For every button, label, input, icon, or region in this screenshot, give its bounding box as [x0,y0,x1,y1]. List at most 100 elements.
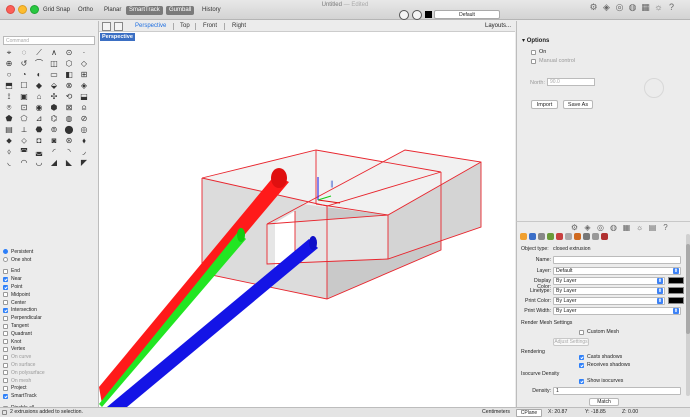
tool-button-icon[interactable]: ○ [3,70,15,80]
tool-button-icon[interactable]: ✣ [48,92,60,102]
tool-button-icon[interactable]: ⟲ [63,92,75,102]
tool-button-icon[interactable]: ⬢ [48,103,60,113]
tool-button-icon[interactable]: ⊠ [63,103,75,113]
osnap-checkbox[interactable] [3,346,8,352]
tool-button-icon[interactable]: ▭ [48,70,60,80]
units-display[interactable]: Centimeters [482,408,510,417]
sun-on-checkbox[interactable] [531,49,536,55]
layers-icon[interactable]: ◈ [583,223,592,232]
tool-button-icon[interactable]: ⬙ [48,81,60,91]
command-input[interactable]: Command [3,36,95,45]
osnap-option[interactable]: Knot [3,338,97,346]
tool-button-icon[interactable]: ◘ [33,136,45,146]
history-toggle[interactable]: History [199,6,224,15]
osnap-option[interactable]: Center [3,299,97,307]
linetype-select[interactable]: By Layer [553,287,665,295]
osnap-option[interactable]: Near [3,275,97,283]
osnap-option[interactable]: Project [3,385,97,393]
osnap-checkbox[interactable] [3,393,8,399]
minimize-window-button[interactable] [18,5,27,14]
name-field[interactable] [553,256,681,264]
tool-button-icon[interactable]: ◢ [48,158,60,168]
sun-compass[interactable] [644,78,664,98]
tool-button-icon[interactable]: ⊿ [33,114,45,124]
tool-button-icon[interactable]: ◌ [18,48,30,58]
tool-button-icon[interactable]: ◚ [18,147,30,157]
layouts-button[interactable]: Layouts... [485,22,511,31]
materials-panel-icon[interactable]: ◍ [627,2,638,13]
osnap-option[interactable]: End [3,268,97,276]
tool-button-icon[interactable]: ◠ [18,158,30,168]
osnap-option[interactable]: SmartTrack [3,392,97,400]
planar-toggle[interactable]: Planar [101,6,124,15]
tool-button-icon[interactable]: ◛ [33,147,45,157]
tool-button-icon[interactable]: ◉ [33,103,45,113]
layer-select[interactable]: Default [553,267,681,275]
tool-button-icon[interactable]: ◈ [78,81,90,91]
tool-button-icon[interactable]: · [78,48,90,58]
tool-button-icon[interactable]: ⟟ [3,92,15,102]
density-input[interactable]: 1 [553,387,681,395]
sun-panel-icon[interactable]: ☼ [653,2,664,13]
light-icon[interactable]: ☼ [635,223,644,232]
tool-button-icon[interactable]: ⟋ [33,48,45,58]
tool-button-icon[interactable]: ⊡ [18,103,30,113]
record-history-icon[interactable] [412,10,422,20]
tool-button-icon[interactable]: ⬤ [63,125,75,135]
perspective-viewport[interactable]: Perspective ∥ [99,32,515,407]
receives-shadows-option[interactable]: Receives shadows [579,362,630,368]
tool-button-icon[interactable]: ◧ [63,70,75,80]
group-tab-icon[interactable] [583,233,590,240]
osnap-checkbox[interactable] [3,323,8,329]
osnap-checkbox[interactable] [3,331,8,337]
tool-button-icon[interactable]: ⬟ [3,114,15,124]
osnap-checkbox[interactable] [3,385,8,391]
tool-button-icon[interactable]: ⊞ [78,70,90,80]
tool-button-icon[interactable]: ⬧ [78,136,90,146]
north-input[interactable]: 90.0 [547,78,595,86]
osnap-option[interactable]: Midpoint [3,291,97,299]
osnap-checkbox[interactable] [3,378,8,384]
tool-button-icon[interactable]: ⌖ [3,48,15,58]
display-color-select[interactable]: By Layer [553,277,665,285]
osnap-checkbox[interactable] [3,307,8,313]
osnap-option[interactable]: Point [3,283,97,291]
properties-panel-icon[interactable]: ⚙ [588,2,599,13]
show-isocurves-checkbox[interactable] [579,378,584,384]
library-icon[interactable]: ▦ [622,223,631,232]
close-window-button[interactable] [6,5,15,14]
persistent-option[interactable]: Persistent [3,248,97,256]
osnap-checkbox[interactable] [3,292,8,298]
decal-tab-icon[interactable] [547,233,554,240]
grid-snap-toggle[interactable]: Grid Snap [40,6,73,15]
libraries-panel-icon[interactable]: ▦ [640,2,651,13]
tool-button-icon[interactable]: ◜ [48,147,60,157]
osnap-option[interactable]: On surface [3,361,97,369]
tool-button-icon[interactable]: ⟂ [18,125,30,135]
tool-button-icon[interactable]: ⍝ [78,103,90,113]
tool-button-icon[interactable]: ⬨ [3,147,15,157]
layers-panel-icon[interactable]: ◈ [601,2,612,13]
tool-button-icon[interactable]: ◇ [78,59,90,69]
shadow-tab-icon[interactable] [556,233,563,240]
tool-button-icon[interactable]: ↺ [18,59,30,69]
tool-button-icon[interactable]: ⬥ [3,136,15,146]
tool-button-icon[interactable]: ◡ [33,158,45,168]
tool-button-icon[interactable]: ⬣ [33,125,45,135]
viewport-grid-icon[interactable] [102,22,111,31]
tool-button-icon[interactable]: ⬓ [78,92,90,102]
tool-button-icon[interactable]: ▣ [18,92,30,102]
osnap-checkbox[interactable] [3,284,8,290]
tool-button-icon[interactable]: ⬦ [18,136,30,146]
osnap-option[interactable]: Tangent [3,322,97,330]
notes-icon[interactable]: ▤ [648,223,657,232]
receives-shadows-checkbox[interactable] [579,362,584,368]
object-tab-icon[interactable] [520,233,527,240]
osnap-checkbox[interactable] [3,276,8,282]
tool-button-icon[interactable]: ◟ [3,158,15,168]
linetype-swatch[interactable] [668,287,684,294]
casts-shadows-option[interactable]: Casts shadows [579,354,622,360]
one-shot-radio[interactable] [3,257,8,263]
osnap-option[interactable]: On polysurface [3,369,97,377]
wire-tab-icon[interactable] [565,233,572,240]
